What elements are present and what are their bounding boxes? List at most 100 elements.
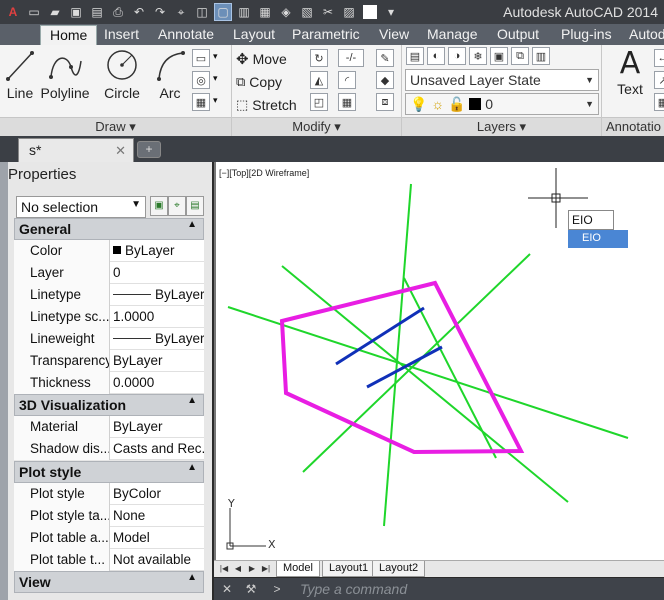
tab-layout1[interactable]: Layout1 [322,561,376,577]
cut-icon[interactable]: ✂ [319,3,337,21]
tab-model[interactable]: Model [276,561,320,577]
tab-insert[interactable]: Insert [95,25,148,45]
move-button[interactable]: ✥ Move [236,48,287,69]
stretch-button[interactable]: ⬚ Stretch [236,94,297,115]
arc-button[interactable]: Arc [152,47,188,101]
chevron-down-icon[interactable]: ▾ [213,73,218,84]
tab-output[interactable]: Output [488,25,548,45]
paste-icon[interactable]: ▨ [340,3,358,21]
copy-button[interactable]: ⧉ Copy [236,71,282,92]
drawing-tab[interactable]: s* ✕ [18,138,134,162]
line-button[interactable]: Line [2,47,38,101]
tab-home[interactable]: Home [40,25,98,45]
selection-dropdown[interactable]: No selection ▼ [16,196,146,218]
property-row[interactable]: Plot style ta... None [14,505,204,527]
collapse-icon[interactable]: ▲ [187,395,197,406]
property-row[interactable]: Linetype ByLayer [14,284,204,306]
tab-parametric[interactable]: Parametric [283,25,369,45]
tab-autodesk[interactable]: Autod [620,25,664,45]
new-drawing-tab-button[interactable]: + [137,141,161,158]
property-row[interactable]: Plot table t... Not available [14,549,204,571]
new-icon[interactable]: ▭ [25,3,43,21]
wrench-icon[interactable]: ⚒ [244,582,258,596]
layer-iso-icon[interactable]: ◐ [427,47,445,65]
property-row[interactable]: Plot style ByColor [14,483,204,505]
tab-plugins[interactable]: Plug-ins [552,25,621,45]
palette-title-strip[interactable] [0,162,8,600]
dropdown-icon[interactable]: ▾ [382,3,400,21]
app-menu-icon[interactable]: A [4,3,22,21]
first-tab-icon[interactable]: |◀ [218,563,230,575]
open-icon[interactable]: ▰ [46,3,64,21]
circle-button[interactable]: Circle [100,47,144,101]
property-row[interactable]: Color ByLayer [14,240,204,262]
trim-icon[interactable]: -/- [338,49,364,67]
tab-annotate[interactable]: Annotate [149,25,223,45]
hatch-icon[interactable]: ▦ [192,93,210,111]
property-row[interactable]: Material ByLayer [14,416,204,438]
select-objects-icon[interactable]: ⌖ [168,196,186,216]
tab-view[interactable]: View [370,25,418,45]
color-icon[interactable] [363,5,377,19]
erase-icon[interactable]: ✎ [376,49,394,67]
layer-icon[interactable]: ◫ [193,3,211,21]
last-tab-icon[interactable]: ▶| [260,563,272,575]
annotation-panel-footer[interactable]: Annotatio [602,117,664,136]
print-icon[interactable]: ⎙ [109,3,127,21]
offset-icon[interactable]: ⧈ [376,93,394,111]
polyline-button[interactable]: Polyline [38,47,92,101]
tab-manage[interactable]: Manage [418,25,487,45]
save-as-icon[interactable]: ▤ [88,3,106,21]
property-row[interactable]: Plot table a... Model [14,527,204,549]
tab-layout[interactable]: Layout [224,25,284,45]
dynamic-input-field[interactable]: EIO [568,210,614,230]
array-icon[interactable]: ▦ [338,93,356,111]
undo-icon[interactable]: ↶ [130,3,148,21]
save-icon[interactable]: ▣ [67,3,85,21]
viewport-icon[interactable]: ▢ [214,3,232,21]
publish-icon[interactable]: ▦ [256,3,274,21]
toggle-pickadd-icon[interactable]: ▣ [150,196,168,216]
property-row[interactable]: Transparency ByLayer [14,350,204,372]
match-icon[interactable]: ⌖ [172,3,190,21]
layer-freeze-icon[interactable]: ❄ [469,47,487,65]
collapse-icon[interactable]: ▲ [187,219,197,230]
chevron-down-icon[interactable]: ▾ [213,95,218,106]
command-input[interactable]: Type a command [300,581,407,597]
explode-icon[interactable]: ◆ [376,71,394,89]
layer-match-icon[interactable]: ⧉ [511,47,529,65]
property-row[interactable]: Thickness 0.0000 [14,372,204,394]
layer-walk-icon[interactable]: ▥ [532,47,550,65]
next-tab-icon[interactable]: ▶ [246,563,258,575]
section-3d-visualization[interactable]: 3D Visualization ▲ [14,394,204,416]
close-icon[interactable]: ✕ [220,582,234,596]
rectangle-icon[interactable]: ▭ [192,49,210,67]
layout-icon[interactable]: ▥ [235,3,253,21]
close-icon[interactable]: ✕ [115,143,126,159]
viewport-controls-label[interactable]: [−][Top][2D Wireframe] [219,168,309,178]
chevron-down-icon[interactable]: ▾ [213,51,218,62]
layer-properties-icon[interactable]: ▤ [406,47,424,65]
section-plot-style[interactable]: Plot style ▲ [14,461,204,483]
layer-dropdown[interactable]: 💡 ☼ 🔓 0 ▼ [405,93,599,115]
command-prompt-icon[interactable]: > [270,582,284,596]
render-icon[interactable]: ◈ [277,3,295,21]
layer-state-dropdown[interactable]: Unsaved Layer State ▼ [405,69,599,91]
collapse-icon[interactable]: ▲ [187,462,197,473]
prev-tab-icon[interactable]: ◀ [232,563,244,575]
section-view[interactable]: View ▲ [14,571,204,593]
quick-select-icon[interactable]: ▤ [186,196,204,216]
collapse-icon[interactable]: ▲ [187,572,197,583]
leader-icon[interactable]: ↗ [654,71,664,89]
table-icon[interactable]: ▦ [654,93,664,111]
redo-icon[interactable]: ↷ [151,3,169,21]
scale-icon[interactable]: ◰ [310,93,328,111]
text-button[interactable]: A Text [612,47,648,98]
property-row[interactable]: Layer 0 [14,262,204,284]
layer-lock-icon[interactable]: ▣ [490,47,508,65]
modify-panel-footer[interactable]: Modify ▾ [232,117,401,136]
drawing-viewport[interactable]: Y X [−][Top][2D Wireframe] EIO EIO [214,162,664,560]
section-general[interactable]: General ▲ [14,218,204,240]
autocomplete-suggestion[interactable]: EIO [568,230,628,248]
sheet-icon[interactable]: ▧ [298,3,316,21]
